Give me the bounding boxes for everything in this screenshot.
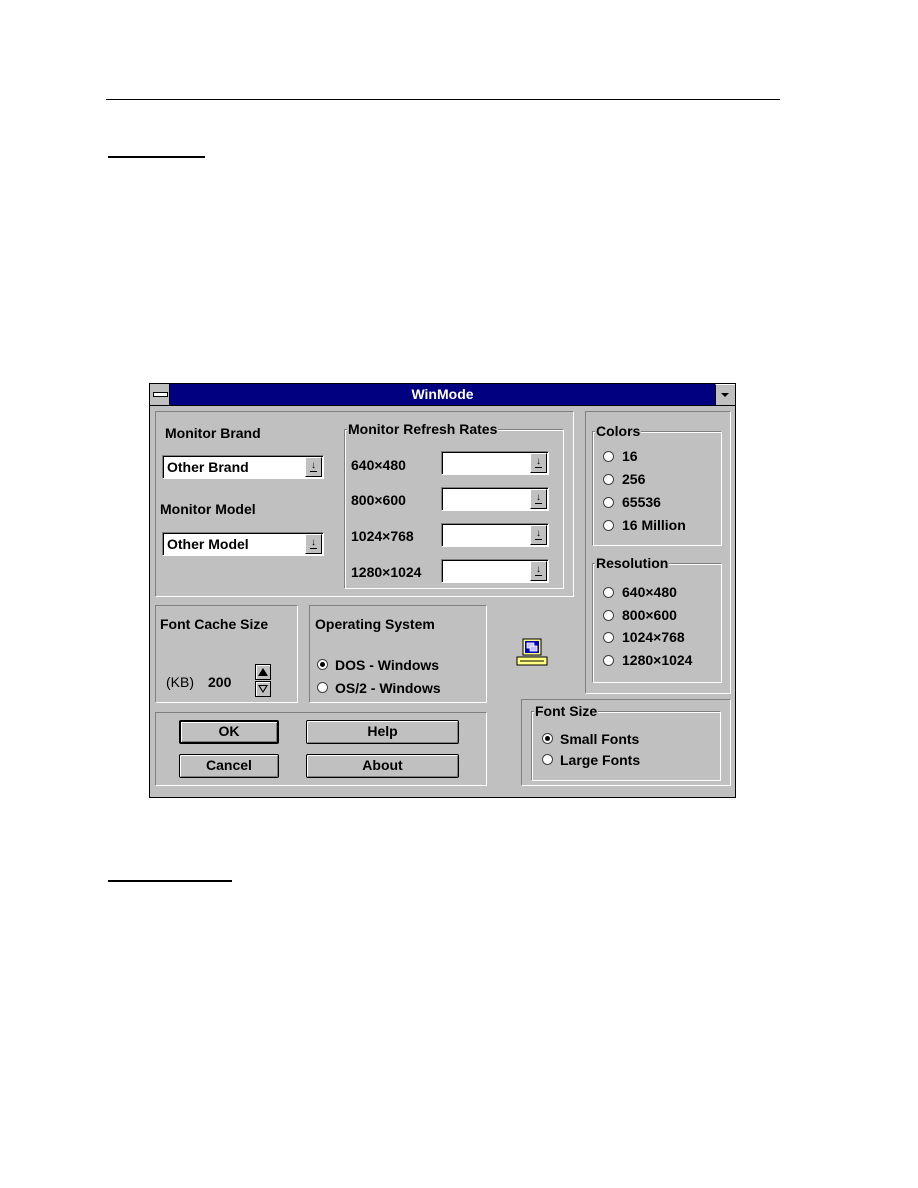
cancel-button[interactable]: Cancel bbox=[179, 754, 279, 778]
colors-radio-256[interactable] bbox=[603, 474, 614, 485]
monitor-brand-label: Monitor Brand bbox=[165, 425, 261, 441]
refresh-label-1280x1024: 1280×1024 bbox=[351, 564, 422, 580]
monitor-brand-value: Other Brand bbox=[167, 459, 249, 475]
os-radio-os2-windows[interactable] bbox=[317, 682, 328, 693]
font-size-panel: Font Size Small Fonts Large Fonts bbox=[521, 699, 731, 786]
spin-down-button[interactable] bbox=[255, 681, 271, 697]
resolution-radio-1024x768[interactable] bbox=[603, 632, 614, 643]
refresh-rate-select-1280x1024[interactable]: ↓ bbox=[441, 559, 549, 583]
colors-radio-16[interactable] bbox=[603, 451, 614, 462]
display-settings-panel: Colors 16 256 65536 16 Million Resolutio… bbox=[585, 411, 731, 694]
colors-option-label: 256 bbox=[622, 471, 646, 487]
dropdown-button[interactable]: ↓ bbox=[530, 525, 547, 545]
monitor-panel: Monitor Brand Other Brand ↓ Monitor Mode… bbox=[155, 411, 574, 597]
font-cache-spinner[interactable] bbox=[255, 664, 271, 698]
refresh-rate-select-1024x768[interactable]: ↓ bbox=[441, 523, 549, 547]
font-cache-value[interactable]: 200 bbox=[208, 674, 231, 690]
about-button[interactable]: About bbox=[306, 754, 459, 778]
refresh-label-1024x768: 1024×768 bbox=[351, 528, 414, 544]
section-heading-underline bbox=[108, 880, 232, 882]
buttons-panel: OK Help Cancel About bbox=[155, 712, 487, 786]
dropdown-arrow-icon: ↓ bbox=[536, 492, 541, 503]
font-size-label: Font Size bbox=[534, 703, 599, 719]
dropdown-arrow-icon: ↓ bbox=[536, 456, 541, 467]
down-arrow-icon bbox=[721, 393, 729, 397]
font-cache-label: Font Cache Size bbox=[160, 616, 269, 632]
colors-group: Colors 16 256 65536 16 Million bbox=[592, 423, 722, 546]
resolution-radio-800x600[interactable] bbox=[603, 610, 614, 621]
refresh-rates-label: Monitor Refresh Rates bbox=[347, 421, 499, 437]
page-header-rule bbox=[106, 99, 780, 100]
dropdown-button[interactable]: ↓ bbox=[530, 561, 547, 581]
font-cache-panel: Font Cache Size (KB) 200 bbox=[155, 605, 298, 703]
operating-system-panel: Operating System DOS - Windows OS/2 - Wi… bbox=[309, 605, 487, 703]
font-cache-unit: (KB) bbox=[166, 674, 194, 690]
font-size-option-label: Small Fonts bbox=[560, 731, 640, 747]
window-title: WinMode bbox=[411, 386, 474, 402]
monitor-model-value: Other Model bbox=[167, 536, 249, 552]
dropdown-arrow-icon: ↓ bbox=[311, 460, 316, 471]
refresh-label-640x480: 640×480 bbox=[351, 457, 406, 473]
colors-radio-16-million[interactable] bbox=[603, 520, 614, 531]
colors-option-label: 16 Million bbox=[622, 517, 686, 533]
os-option-label: OS/2 - Windows bbox=[335, 680, 441, 696]
dropdown-button[interactable]: ↓ bbox=[530, 489, 547, 509]
dropdown-arrow-icon: ↓ bbox=[536, 564, 541, 575]
down-arrow-icon bbox=[258, 685, 268, 693]
os-radio-dos-windows[interactable] bbox=[317, 659, 328, 670]
dropdown-button[interactable]: ↓ bbox=[530, 453, 547, 473]
title-bar: WinMode bbox=[150, 384, 735, 406]
dropdown-button[interactable]: ↓ bbox=[305, 534, 322, 554]
resolution-option-label: 640×480 bbox=[622, 584, 677, 600]
up-arrow-icon bbox=[258, 668, 268, 676]
resolution-radio-1280x1024[interactable] bbox=[603, 655, 614, 666]
colors-option-label: 16 bbox=[622, 448, 638, 464]
colors-label: Colors bbox=[595, 423, 642, 439]
resolution-option-label: 1024×768 bbox=[622, 629, 685, 645]
spin-up-button[interactable] bbox=[255, 664, 271, 680]
ok-button[interactable]: OK bbox=[179, 720, 279, 744]
colors-radio-65536[interactable] bbox=[603, 497, 614, 508]
monitor-model-label: Monitor Model bbox=[160, 501, 256, 517]
resolution-option-label: 800×600 bbox=[622, 607, 677, 623]
operating-system-label: Operating System bbox=[315, 616, 435, 632]
dropdown-arrow-icon: ↓ bbox=[536, 528, 541, 539]
resolution-radio-640x480[interactable] bbox=[603, 587, 614, 598]
section-heading-underline bbox=[108, 156, 205, 158]
font-size-group: Font Size Small Fonts Large Fonts bbox=[531, 703, 721, 781]
os-option-label: DOS - Windows bbox=[335, 657, 440, 673]
refresh-rate-select-640x480[interactable]: ↓ bbox=[441, 451, 549, 475]
resolution-group: Resolution 640×480 800×600 1024×768 1280… bbox=[592, 555, 722, 683]
monitor-icon bbox=[516, 638, 548, 666]
monitor-model-select[interactable]: Other Model ↓ bbox=[162, 532, 324, 556]
monitor-brand-select[interactable]: Other Brand ↓ bbox=[162, 455, 324, 479]
winmode-dialog: WinMode Monitor Brand Other Brand ↓ Moni… bbox=[149, 383, 736, 798]
font-size-radio-large[interactable] bbox=[542, 754, 553, 765]
refresh-label-800x600: 800×600 bbox=[351, 492, 406, 508]
resolution-option-label: 1280×1024 bbox=[622, 652, 693, 668]
font-size-option-label: Large Fonts bbox=[560, 752, 641, 768]
refresh-rates-group: Monitor Refresh Rates 640×480 ↓ 800×600 … bbox=[344, 421, 564, 589]
minimize-button[interactable] bbox=[715, 384, 735, 405]
dropdown-button[interactable]: ↓ bbox=[305, 457, 322, 477]
dropdown-arrow-icon: ↓ bbox=[311, 537, 316, 548]
help-button[interactable]: Help bbox=[306, 720, 459, 744]
font-size-radio-small[interactable] bbox=[542, 733, 553, 744]
resolution-label: Resolution bbox=[595, 555, 670, 571]
refresh-rate-select-800x600[interactable]: ↓ bbox=[441, 487, 549, 511]
colors-option-label: 65536 bbox=[622, 494, 661, 510]
